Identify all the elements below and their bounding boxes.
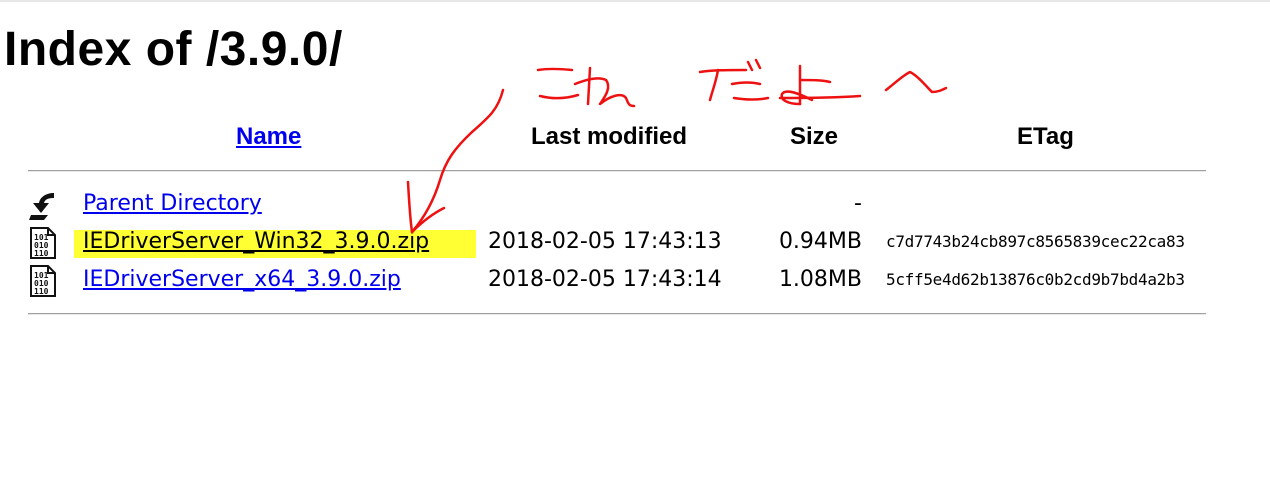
column-header-size: Size [790,123,839,150]
header-divider [28,170,1206,172]
parent-directory-link[interactable]: Parent Directory [83,189,262,219]
size-cell: - [854,191,862,216]
binary-file-icon: 101 010 110 [28,265,58,297]
last-modified-cell: 2018-02-05 17:43:14 [488,267,722,292]
etag-cell: 5cff5e4d62b13876c0b2cd9b7bd4a2b3 [886,270,1185,289]
last-modified-cell: 2018-02-05 17:43:13 [488,229,722,254]
column-header-last-modified: Last modified [531,123,688,150]
file-link-x64[interactable]: IEDriverServer_x64_3.9.0.zip [83,265,401,295]
back-arrow-icon [28,189,58,221]
svg-text:110: 110 [34,249,49,258]
size-cell: 1.08MB [778,267,862,292]
file-link-win32[interactable]: IEDriverServer_Win32_3.9.0.zip [83,227,429,257]
table-row-win32: 101 010 110 IEDriverServer_Win32_3.9.0.z… [0,227,1270,263]
column-header-etag: ETag [1017,123,1074,150]
footer-divider [28,313,1206,315]
table-row-parent: Parent Directory - [0,189,1270,225]
size-cell: 0.94MB [778,229,862,254]
top-border [0,0,1270,2]
sort-by-name-link[interactable]: Name [236,123,301,151]
page-title: Index of /3.9.0/ [4,23,343,76]
svg-text:110: 110 [34,287,49,296]
etag-cell: c7d7743b24cb897c8565839cec22ca83 [886,232,1185,251]
table-row-x64: 101 010 110 IEDriverServer_x64_3.9.0.zip… [0,265,1270,301]
binary-file-icon: 101 010 110 [28,227,58,259]
